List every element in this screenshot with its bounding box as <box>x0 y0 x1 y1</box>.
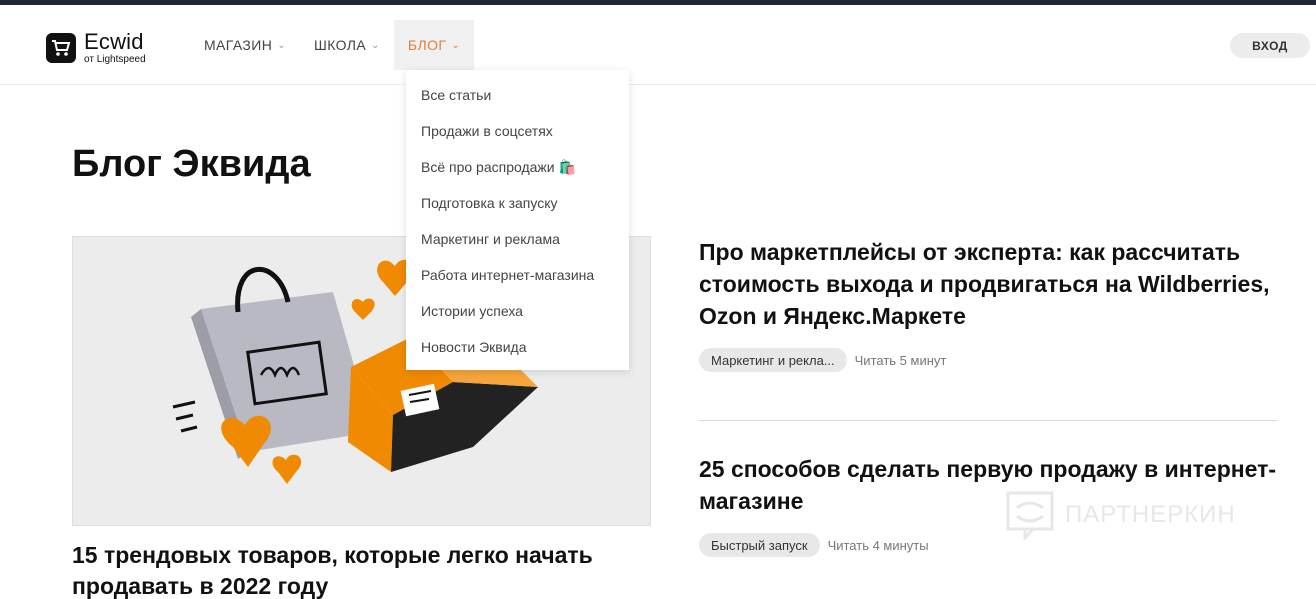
watermark-logo-icon <box>1006 491 1054 540</box>
brand-name: Ecwid <box>84 29 144 54</box>
read-time: Читать 5 минут <box>854 352 947 368</box>
article-title[interactable]: Про маркетплейсы от эксперта: как рассчи… <box>699 236 1279 332</box>
blog-dropdown-menu: Все статьи Продажи в соцсетях Всё про ра… <box>406 70 629 370</box>
login-button[interactable]: ВХОД <box>1230 33 1310 58</box>
chevron-down-icon: ⌄ <box>371 39 380 51</box>
read-time: Читать 4 минуты <box>827 537 929 553</box>
dropdown-item-marketing[interactable]: Маркетинг и реклама <box>406 221 629 257</box>
main-nav: МАГАЗИН ⌄ ШКОЛА ⌄ БЛОГ ⌄ <box>190 20 475 70</box>
category-tag[interactable]: Маркетинг и рекла... <box>699 348 847 372</box>
article-divider <box>699 420 1277 421</box>
dropdown-item-sales[interactable]: Всё про распродажи 🛍️ <box>406 149 629 185</box>
site-header: Ecwid от Lightspeed МАГАЗИН ⌄ ШКОЛА ⌄ БЛ… <box>0 5 1316 85</box>
chevron-down-icon: ⌄ <box>451 39 461 51</box>
nav-item-blog[interactable]: БЛОГ ⌄ <box>393 20 475 70</box>
dropdown-item-success[interactable]: Истории успеха <box>406 293 629 329</box>
article-card: Про маркетплейсы от эксперта: как рассчи… <box>699 236 1279 372</box>
watermark: ПАРТНЕРКИН <box>1005 490 1236 540</box>
nav-item-shop[interactable]: МАГАЗИН ⌄ <box>190 20 300 70</box>
logo[interactable]: Ecwid от Lightspeed <box>46 31 146 65</box>
category-tag[interactable]: Быстрый запуск <box>699 533 820 557</box>
nav-item-label: БЛОГ <box>407 37 447 53</box>
article-meta: Маркетинг и рекла... Читать 5 минут <box>699 348 1279 372</box>
chevron-down-icon: ⌄ <box>277 39 287 51</box>
dropdown-item-store-ops[interactable]: Работа интернет-магазина <box>406 257 629 293</box>
dropdown-item-launch[interactable]: Подготовка к запуску <box>406 185 629 221</box>
brand-sub: от Lightspeed <box>84 54 146 65</box>
page-title: Блог Эквида <box>72 143 311 185</box>
featured-article-title[interactable]: 15 трендовых товаров, которые легко нача… <box>72 540 662 599</box>
dropdown-item-social[interactable]: Продажи в соцсетях <box>406 113 629 149</box>
dropdown-item-all[interactable]: Все статьи <box>406 77 629 113</box>
nav-item-school[interactable]: ШКОЛА ⌄ <box>300 20 394 70</box>
watermark-text: ПАРТНЕРКИН <box>1065 501 1236 528</box>
nav-item-label: ШКОЛА <box>314 37 367 53</box>
nav-item-label: МАГАЗИН <box>204 37 273 53</box>
cart-logo-icon <box>46 33 76 63</box>
dropdown-item-news[interactable]: Новости Эквида <box>406 329 629 365</box>
